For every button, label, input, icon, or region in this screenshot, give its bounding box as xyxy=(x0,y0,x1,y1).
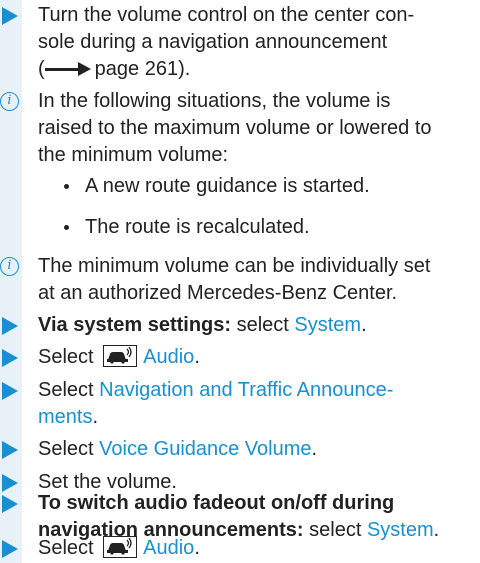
step-volume-control: Turn the volume control on the center co… xyxy=(0,2,472,86)
step-text-line: sole during a navigation announcement xyxy=(38,31,388,53)
step-select-audio: Select Audio. xyxy=(0,535,472,563)
triangle-step-icon xyxy=(2,495,18,513)
triangle-step-icon xyxy=(2,7,18,25)
navigation-traffic-announcements-link[interactable]: ments xyxy=(38,406,92,428)
manual-page: Turn the volume control on the center co… xyxy=(0,0,480,563)
info-icon: i xyxy=(0,257,19,276)
info-text-line: raised to the maximum volume or lowered … xyxy=(38,117,432,139)
triangle-step-icon xyxy=(2,540,18,558)
info-note-minimum-volume: i The minimum volume can be individually… xyxy=(0,253,472,309)
car-audio-icon xyxy=(103,345,138,367)
right-arrow-icon xyxy=(44,62,91,76)
step-select-nav-announcements: Select Navigation and Traffic Announce- … xyxy=(0,377,472,433)
info-text-line: In the following situations, the volume … xyxy=(38,90,391,112)
step-select-voice-guidance-volume: Select Voice Guidance Volume. xyxy=(0,436,472,466)
system-link[interactable]: System xyxy=(294,314,361,336)
car-audio-icon xyxy=(103,536,138,558)
voice-guidance-volume-link[interactable]: Voice Guidance Volume xyxy=(99,438,311,460)
bullet-item: A new route guidance is started. xyxy=(85,175,370,197)
bullet-item: The route is recalculated. xyxy=(85,216,310,238)
triangle-step-icon xyxy=(2,382,18,400)
audio-link[interactable]: Audio xyxy=(143,537,194,559)
step-select-audio: Select Audio. xyxy=(0,344,472,374)
step-text-line: Turn the volume control on the center co… xyxy=(38,4,415,26)
triangle-step-icon xyxy=(2,441,18,459)
step-heading: To switch audio fadeout on/off during xyxy=(38,492,395,514)
info-text-line: The minimum volume can be individually s… xyxy=(38,255,431,277)
bullet-dot xyxy=(64,184,69,189)
info-note-volume-situations: i In the following situations, the volum… xyxy=(0,88,472,172)
triangle-step-icon xyxy=(2,317,18,335)
bullet-dot xyxy=(64,225,69,230)
audio-link[interactable]: Audio xyxy=(143,346,194,368)
step-via-system-settings: Via system settings: select System. xyxy=(0,312,472,342)
step-text-line: (page 261). xyxy=(38,58,191,80)
page-reference: page 261). xyxy=(94,58,191,80)
triangle-step-icon xyxy=(2,349,18,367)
info-icon: i xyxy=(0,92,19,111)
info-text-line: at an authorized Mercedes-Benz Center. xyxy=(38,282,398,304)
info-text-line: the minimum volume: xyxy=(38,144,229,166)
step-heading: Via system settings: xyxy=(38,314,232,336)
navigation-traffic-announcements-link[interactable]: Navigation and Traffic Announce- xyxy=(99,379,393,401)
